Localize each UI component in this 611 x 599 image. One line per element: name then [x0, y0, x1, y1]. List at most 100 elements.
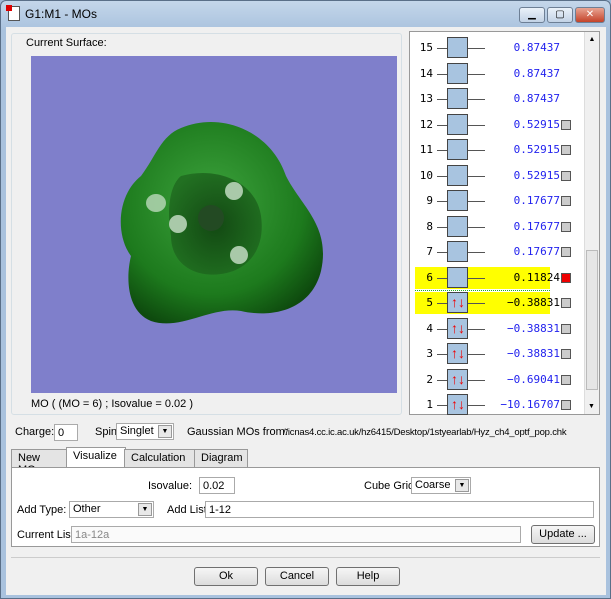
mo-energy: 0.11824 — [513, 270, 560, 284]
cancel-button[interactable]: Cancel — [265, 567, 329, 586]
mo-surface-checkbox[interactable] — [561, 119, 571, 130]
add-list-label: Add List: — [167, 504, 210, 516]
tab-visualize[interactable]: Visualize — [66, 447, 126, 469]
mo-number: 8 — [426, 219, 433, 233]
spin-up-arrow-icon: ↑ — [451, 319, 458, 336]
tab-diagram[interactable]: Diagram — [194, 449, 248, 468]
app-icon — [6, 5, 20, 21]
cube-grid-value: Coarse — [415, 479, 451, 491]
maximize-button[interactable]: ▢ — [547, 7, 573, 23]
mo-level-box — [447, 62, 468, 84]
scroll-up-icon[interactable]: ▲ — [585, 36, 599, 43]
isovalue-input[interactable] — [199, 477, 235, 494]
mo-surface-checkbox[interactable] — [561, 221, 571, 232]
window-title: G1:M1 - MOs — [25, 7, 98, 21]
hydrogen-atom — [230, 246, 248, 264]
mo-row[interactable]: 10 0.52915 — [410, 164, 585, 187]
charge-input[interactable] — [54, 424, 78, 441]
mo-row[interactable]: 13 0.87437 — [410, 88, 585, 110]
mo-number: 9 — [426, 194, 433, 207]
spin-select[interactable]: Singlet ▼ — [116, 423, 174, 440]
mo-level-box: ↑ ↓ — [447, 317, 468, 339]
mo-number: 6 — [426, 270, 433, 284]
mo-row[interactable]: 12 0.52915 — [410, 113, 585, 136]
mo-row[interactable]: 5 ↑ ↓ −0.38831 — [410, 292, 585, 314]
mo-row[interactable]: 7 0.17677 — [410, 241, 585, 263]
spin-up-arrow-icon: ↑ — [451, 294, 458, 310]
mo-surface-checkbox[interactable] — [561, 374, 571, 385]
mo-list-scrollbar[interactable]: ▲ ▼ — [584, 32, 599, 414]
mo-row[interactable]: 4 ↑ ↓ −0.38831 — [410, 317, 585, 340]
scroll-down-icon[interactable]: ▼ — [585, 403, 598, 410]
mo-surface-checkbox[interactable] — [561, 400, 571, 410]
add-type-label: Add Type: — [17, 504, 67, 516]
surface-viewer[interactable] — [31, 56, 397, 393]
mo-energy: 0.52915 — [513, 168, 560, 182]
mo-surface-checkbox[interactable] — [561, 170, 571, 181]
scroll-thumb[interactable] — [586, 250, 598, 390]
mo-level-box — [447, 241, 468, 262]
spin-up-arrow-icon: ↑ — [451, 370, 458, 387]
mo-surface-checkbox[interactable] — [561, 323, 571, 334]
mo-number: 3 — [426, 347, 433, 360]
hydrogen-atom — [169, 215, 187, 233]
mo-row[interactable]: 11 0.52915 — [410, 139, 585, 161]
hydrogen-atom — [225, 182, 243, 200]
mo-row[interactable]: 8 0.17677 — [410, 215, 585, 238]
mo-number: 7 — [426, 245, 433, 258]
mo-energy: 0.52915 — [513, 117, 560, 131]
mo-row[interactable]: 6 0.11824 — [410, 266, 585, 291]
current-list-label: Current List: — [17, 529, 77, 541]
mo-level-box — [447, 88, 468, 109]
mo-level-box — [447, 266, 468, 288]
mo-surface-checkbox[interactable] — [561, 349, 571, 359]
mo-number: 14 — [419, 66, 433, 80]
ok-button[interactable]: Ok — [194, 567, 258, 586]
spin-down-arrow-icon: ↓ — [458, 294, 465, 310]
mo-level-box: ↑ ↓ — [447, 394, 468, 415]
mo-surface-checkbox[interactable] — [561, 247, 571, 257]
visualize-panel: Isovalue: Cube Grid: Coarse ▼ Add Type: O… — [11, 467, 600, 547]
source-label: Gaussian MOs from: — [187, 426, 288, 438]
mo-energy: 0.17677 — [513, 194, 560, 207]
mo-row[interactable]: 15 0.87437 — [410, 37, 585, 59]
mo-level-box — [447, 215, 468, 237]
help-button[interactable]: Help — [336, 567, 400, 586]
mo-level-box: ↑ ↓ — [447, 343, 468, 364]
cube-grid-select[interactable]: Coarse ▼ — [411, 477, 471, 494]
add-type-select[interactable]: Other ▼ — [69, 501, 154, 518]
mo-row[interactable]: 9 0.17677 — [410, 190, 585, 212]
add-list-input[interactable] — [205, 501, 594, 518]
mo-number: 15 — [419, 41, 433, 54]
mo-energy: 0.87437 — [513, 66, 560, 80]
spin-up-arrow-icon: ↑ — [451, 345, 458, 361]
mo-number: 1 — [426, 398, 433, 411]
mo-level-box — [447, 139, 468, 160]
mo-surface-checkbox[interactable] — [561, 298, 571, 308]
update-button[interactable]: Update ... — [531, 525, 595, 544]
cube-grid-label: Cube Grid: — [364, 480, 418, 492]
mo-list: 1 ↑ ↓ −10.16707 2 ↑ ↓ −0.69041 3 ↑ ↓ −0.38831 4 ↑ ↓ −0.… — [409, 31, 600, 415]
mo-row[interactable]: 3 ↑ ↓ −0.38831 — [410, 343, 585, 365]
mo-surface-checkbox[interactable] — [561, 145, 571, 155]
mo-level-box: ↑ ↓ — [447, 368, 468, 390]
close-button[interactable]: ✕ — [575, 7, 605, 23]
mo-level-box — [447, 113, 468, 135]
homo-lumo-divider — [415, 289, 550, 291]
chevron-down-icon: ▼ — [138, 503, 152, 516]
mo-window: G1:M1 - MOs ▁ ▢ ✕ Current Surface: MO (… — [0, 0, 611, 599]
mo-number: 11 — [419, 143, 433, 156]
mo-level-box — [447, 190, 468, 211]
tab-new-mos[interactable]: New MOs — [11, 449, 67, 476]
mo-number: 4 — [426, 321, 433, 335]
mo-row[interactable]: 2 ↑ ↓ −0.69041 — [410, 368, 585, 391]
tab-calculation[interactable]: Calculation — [124, 449, 196, 468]
chevron-down-icon: ▼ — [455, 479, 469, 492]
mo-energy: −10.16707 — [500, 398, 560, 411]
mo-surface-checkbox[interactable] — [561, 272, 571, 283]
mo-surface-checkbox[interactable] — [561, 196, 571, 206]
mo-row[interactable]: 14 0.87437 — [410, 62, 585, 85]
minimize-button[interactable]: ▁ — [519, 7, 545, 23]
mo-row[interactable]: 1 ↑ ↓ −10.16707 — [410, 394, 585, 416]
orbital-render — [120, 121, 323, 324]
